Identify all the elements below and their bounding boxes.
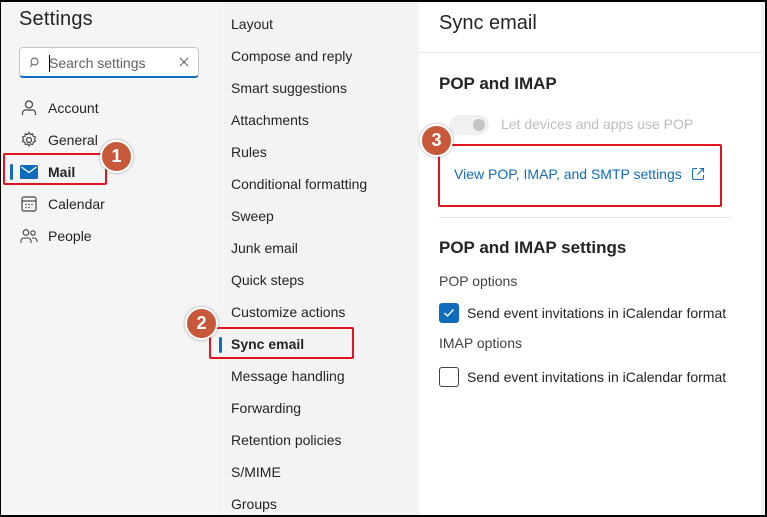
pop-icalendar-checkbox-row[interactable]: Send event invitations in iCalendar form… <box>439 303 726 323</box>
settings-nav-pane: Settings Account General <box>1 2 219 515</box>
pop-options-label: POP options <box>439 273 518 289</box>
mail-settings-nav: Layout Compose and reply Smart suggestio… <box>219 8 419 517</box>
search-settings-box[interactable] <box>19 47 199 78</box>
nav-item-label: Calendar <box>48 196 105 212</box>
search-icon <box>30 57 39 68</box>
scrollbar-track[interactable] <box>761 2 764 515</box>
mail-nav-item-smart-suggestions[interactable]: Smart suggestions <box>219 72 419 104</box>
highlight-mail <box>3 153 107 185</box>
page-title: Sync email <box>439 12 537 34</box>
nav-item-account[interactable]: Account <box>1 92 219 124</box>
mail-nav-item-forwarding[interactable]: Forwarding <box>219 392 419 424</box>
person-icon <box>19 98 39 118</box>
imap-options-label: IMAP options <box>439 335 523 351</box>
pop-toggle-label: Let devices and apps use POP <box>501 116 694 132</box>
nav-item-people[interactable]: People <box>1 220 219 252</box>
mail-nav-item-smime[interactable]: S/MIME <box>219 456 419 488</box>
mail-nav-item-conditional-formatting[interactable]: Conditional formatting <box>219 168 419 200</box>
clear-search-icon[interactable] <box>179 57 189 67</box>
mail-settings-nav-pane: Layout Compose and reply Smart suggestio… <box>219 2 419 515</box>
pop-imap-heading: POP and IMAP <box>439 74 557 93</box>
imap-icalendar-checkbox-label: Send event invitations in iCalendar form… <box>467 369 727 385</box>
nav-item-calendar[interactable]: Calendar <box>1 188 219 220</box>
step-badge-2: 2 <box>185 307 218 340</box>
title-divider <box>419 52 762 53</box>
mail-nav-item-layout[interactable]: Layout <box>219 8 419 40</box>
toggle-knob <box>473 119 485 131</box>
sync-email-content-pane: Sync email POP and IMAP Let devices and … <box>419 2 764 515</box>
people-icon <box>19 226 39 246</box>
calendar-icon <box>19 194 39 214</box>
pop-imap-settings-heading: POP and IMAP settings <box>439 238 627 257</box>
section-divider <box>439 217 732 218</box>
mail-nav-item-attachments[interactable]: Attachments <box>219 104 419 136</box>
checkmark-icon <box>444 309 455 318</box>
search-settings-input[interactable] <box>49 53 174 73</box>
mail-nav-item-retention-policies[interactable]: Retention policies <box>219 424 419 456</box>
step-badge-1: 1 <box>100 140 133 173</box>
mail-nav-item-customize-actions[interactable]: Customize actions <box>219 296 419 328</box>
nav-item-label: People <box>48 228 92 244</box>
pop-toggle[interactable] <box>449 115 489 135</box>
mail-nav-item-rules[interactable]: Rules <box>219 136 419 168</box>
mail-nav-item-junk-email[interactable]: Junk email <box>219 232 419 264</box>
mail-nav-item-quick-steps[interactable]: Quick steps <box>219 264 419 296</box>
text-caret <box>49 55 50 72</box>
highlight-sync-email <box>209 327 354 359</box>
mail-nav-item-sweep[interactable]: Sweep <box>219 200 419 232</box>
mail-nav-item-groups[interactable]: Groups <box>219 488 419 517</box>
imap-icalendar-checkbox[interactable] <box>439 367 459 387</box>
imap-icalendar-checkbox-row[interactable]: Send event invitations in iCalendar form… <box>439 367 726 387</box>
settings-title: Settings <box>19 8 93 30</box>
mail-nav-item-compose-and-reply[interactable]: Compose and reply <box>219 40 419 72</box>
nav-item-label: Account <box>48 100 99 116</box>
gear-icon <box>19 130 39 150</box>
highlight-view-settings-link <box>438 144 722 207</box>
step-badge-3: 3 <box>420 124 453 157</box>
pop-icalendar-checkbox[interactable] <box>439 303 459 323</box>
nav-item-label: General <box>48 132 98 148</box>
pop-icalendar-checkbox-label: Send event invitations in iCalendar form… <box>467 305 727 321</box>
mail-nav-item-message-handling[interactable]: Message handling <box>219 360 419 392</box>
